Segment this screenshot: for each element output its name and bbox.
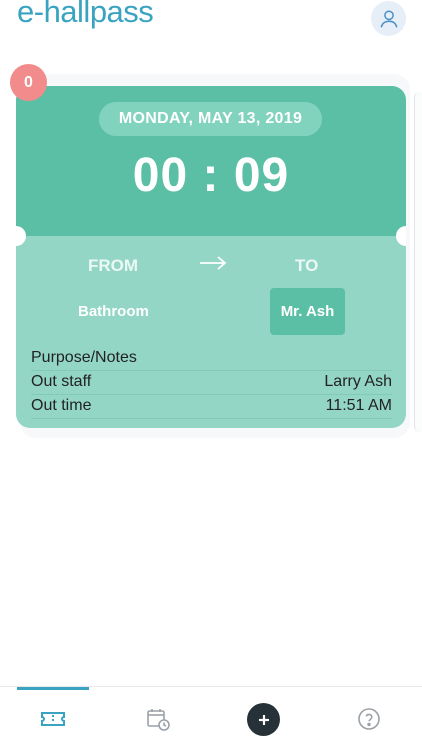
detail-label: Purpose/Notes bbox=[31, 349, 137, 366]
nav-passes-tab[interactable] bbox=[39, 705, 67, 733]
from-location: Bathroom bbox=[78, 303, 149, 320]
pass-timer: 00 : 09 bbox=[132, 149, 290, 202]
to-location: Mr. Ash bbox=[270, 288, 345, 335]
detail-value: 11:51 AM bbox=[325, 397, 392, 414]
pass-count-badge: 0 bbox=[10, 64, 47, 101]
detail-value: Larry Ash bbox=[324, 373, 392, 390]
user-icon bbox=[379, 9, 398, 27]
pass-header-section: MONDAY, MAY 13, 2019 00 : 09 bbox=[16, 86, 406, 236]
help-icon bbox=[358, 708, 380, 730]
detail-label: Out time bbox=[31, 397, 92, 414]
ticket-icon bbox=[41, 712, 65, 726]
logo-text: e-hallpass bbox=[17, 0, 154, 29]
detail-row: Out time 11:51 AM bbox=[31, 395, 392, 419]
to-label: TO bbox=[295, 256, 319, 275]
detail-row: Purpose/Notes bbox=[31, 347, 392, 371]
bottom-navigation bbox=[0, 686, 422, 750]
nav-appointments-tab[interactable] bbox=[144, 705, 172, 733]
plus-icon bbox=[258, 714, 269, 725]
from-label: FROM bbox=[88, 256, 139, 275]
hall-pass-card[interactable]: MONDAY, MAY 13, 2019 00 : 09 FROM TO Bat… bbox=[16, 86, 406, 428]
profile-avatar-button[interactable] bbox=[371, 1, 406, 36]
app-header: e-hallpass bbox=[0, 0, 422, 48]
nav-help-tab[interactable] bbox=[355, 705, 383, 733]
detail-row: Out staff Larry Ash bbox=[31, 371, 392, 395]
app-logo: e-hallpass bbox=[17, 0, 154, 30]
active-tab-indicator bbox=[17, 687, 89, 690]
pass-date: MONDAY, MAY 13, 2019 bbox=[99, 102, 322, 136]
right-arrow-icon bbox=[200, 256, 227, 270]
pass-details: Purpose/Notes Out staff Larry Ash Out ti… bbox=[31, 347, 392, 419]
calendar-clock-icon bbox=[147, 709, 170, 731]
detail-label: Out staff bbox=[31, 373, 92, 390]
next-card-edge[interactable] bbox=[414, 92, 422, 432]
create-pass-button[interactable] bbox=[247, 703, 280, 736]
